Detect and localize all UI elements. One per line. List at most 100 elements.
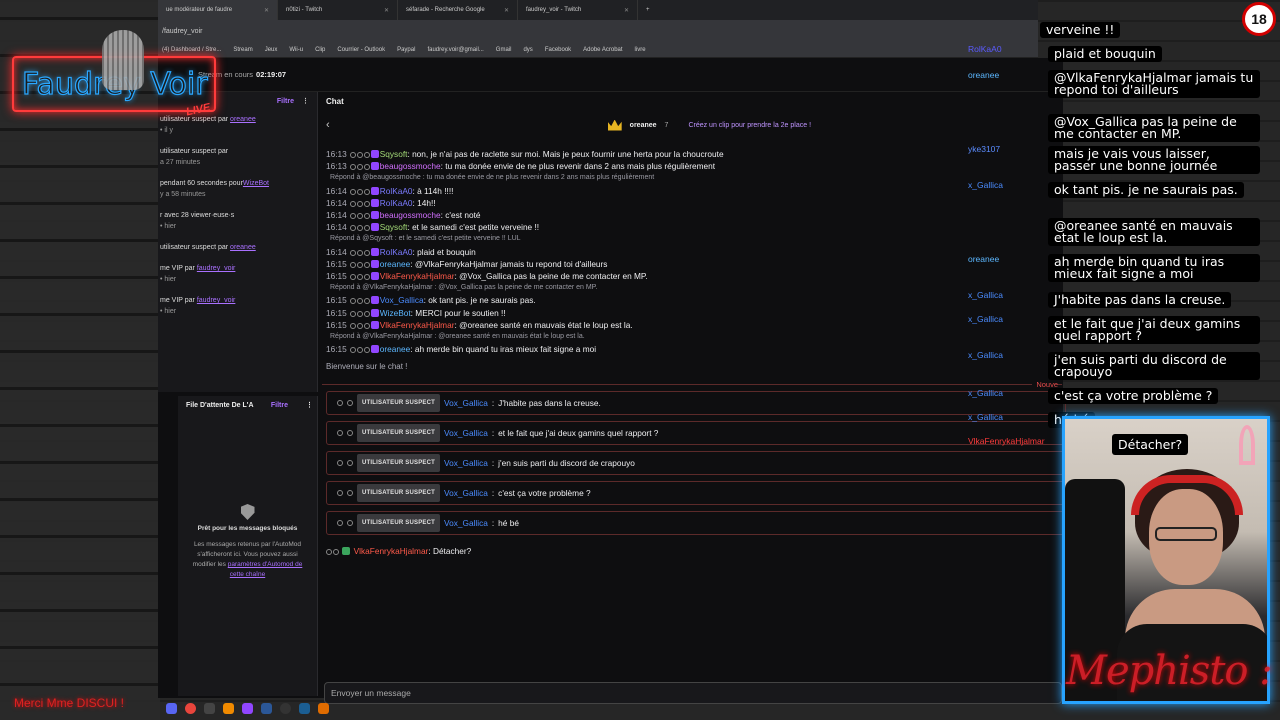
chat-username[interactable]: VlkaFenrykaHjalmar xyxy=(380,320,455,330)
chat-username[interactable]: VlkaFenrykaHjalmar xyxy=(354,546,429,556)
mod-action-icon[interactable] xyxy=(356,347,363,354)
mod-action-icon[interactable] xyxy=(349,164,356,171)
chat-username[interactable]: beaugossmoche xyxy=(380,210,441,220)
chat-username[interactable]: oreanee xyxy=(380,259,410,269)
chat-username[interactable]: Vox_Gallica xyxy=(444,427,488,439)
chat-username[interactable]: RolKaA0 xyxy=(380,247,413,257)
mod-action-icon[interactable] xyxy=(356,310,363,317)
mod-action-icon[interactable] xyxy=(363,225,370,232)
bookmark-item[interactable]: faudrey.voir@gmail... xyxy=(427,47,483,53)
mod-action-icon[interactable] xyxy=(363,322,370,329)
mod-action-icon[interactable] xyxy=(337,489,343,496)
app-icon[interactable] xyxy=(318,702,329,714)
mod-action-icon[interactable] xyxy=(363,310,370,317)
mod-action-icon[interactable] xyxy=(349,213,356,220)
obs-icon[interactable] xyxy=(280,702,291,714)
activity-user-link[interactable]: faudrey_voir xyxy=(197,265,236,272)
bookmark-item[interactable]: Paypal xyxy=(397,47,415,53)
chat-username[interactable]: RolKaA0 xyxy=(380,198,413,208)
mod-action-icon[interactable] xyxy=(347,519,353,526)
mod-action-icon[interactable] xyxy=(349,249,356,256)
chat-username[interactable]: oreanee xyxy=(380,344,410,354)
bookmark-item[interactable]: Clip xyxy=(315,47,325,53)
mod-action-icon[interactable] xyxy=(349,298,356,305)
bookmark-item[interactable]: (4) Dashboard / Stre... xyxy=(162,47,221,53)
new-tab-button[interactable]: + xyxy=(638,0,658,20)
chrome-icon[interactable] xyxy=(185,702,196,714)
mod-action-icon[interactable] xyxy=(349,310,356,317)
automod-settings-link[interactable]: paramètres d'Automod de cette chaîne xyxy=(228,561,303,578)
mod-action-icon[interactable] xyxy=(347,459,353,466)
steam-icon[interactable] xyxy=(299,702,310,714)
close-icon[interactable]: ✕ xyxy=(264,7,269,14)
mod-action-icon[interactable] xyxy=(349,225,356,232)
more-icon[interactable]: ⋮ xyxy=(302,97,309,105)
mod-action-icon[interactable] xyxy=(356,152,363,158)
chat-username[interactable]: beaugossmoche xyxy=(380,161,441,171)
mod-action-icon[interactable] xyxy=(356,249,363,256)
chat-username[interactable]: VlkaFenrykaHjalmar xyxy=(380,271,455,281)
mod-action-icon[interactable] xyxy=(337,429,343,436)
activity-user-link[interactable]: oreanee xyxy=(230,116,256,123)
mod-action-icon[interactable] xyxy=(337,399,343,406)
mod-action-icon[interactable] xyxy=(349,188,356,195)
browser-tab[interactable]: ue modérateur de faudre ✕ xyxy=(158,0,278,20)
mod-action-icon[interactable] xyxy=(349,261,356,268)
mod-action-icon[interactable] xyxy=(337,519,343,526)
app-icon[interactable] xyxy=(261,702,272,714)
bookmark-item[interactable]: Gmail xyxy=(496,47,512,53)
filter-button[interactable]: Filtre xyxy=(271,402,288,409)
mod-action-icon[interactable] xyxy=(349,200,356,207)
mod-action-icon[interactable] xyxy=(363,298,370,305)
chat-username[interactable]: Vox_Gallica xyxy=(444,457,488,469)
chat-username[interactable]: Vox_Gallica xyxy=(444,487,488,499)
address-bar[interactable]: /faudrey_voir xyxy=(158,20,1038,42)
mod-action-icon[interactable] xyxy=(356,322,363,329)
browser-tab[interactable]: faudrey_voir - Twitch ✕ xyxy=(518,0,638,20)
mod-action-icon[interactable] xyxy=(363,347,370,354)
close-icon[interactable]: ✕ xyxy=(504,7,509,14)
mod-action-icon[interactable] xyxy=(356,213,363,220)
close-icon[interactable]: ✕ xyxy=(624,7,629,14)
mod-action-icon[interactable] xyxy=(363,152,370,158)
bookmark-item[interactable]: dys xyxy=(523,47,532,53)
bookmark-item[interactable]: Facebook xyxy=(545,47,571,53)
app-icon[interactable] xyxy=(204,702,215,714)
mod-action-icon[interactable] xyxy=(363,164,370,171)
mod-action-icon[interactable] xyxy=(363,213,370,220)
mod-action-icon[interactable] xyxy=(356,261,363,268)
filter-button[interactable]: Filtre xyxy=(277,98,294,105)
mod-action-icon[interactable] xyxy=(326,548,332,555)
chat-username[interactable]: WizeBot xyxy=(380,308,411,318)
clip-prompt[interactable]: Créez un clip pour prendre la 2e place ! xyxy=(688,122,811,129)
mod-action-icon[interactable] xyxy=(349,322,356,329)
mod-action-icon[interactable] xyxy=(333,548,339,555)
mod-action-icon[interactable] xyxy=(363,274,370,281)
mod-action-icon[interactable] xyxy=(356,274,363,281)
bookmark-item[interactable]: Courrier - Outlook xyxy=(337,47,385,53)
chat-input[interactable]: Envoyer un message xyxy=(324,682,1062,704)
app-icon[interactable] xyxy=(242,702,253,714)
chat-username[interactable]: Vox_Gallica xyxy=(444,397,488,409)
mod-action-icon[interactable] xyxy=(363,200,370,207)
mod-action-icon[interactable] xyxy=(363,188,370,195)
chat-username[interactable]: Sqysoft xyxy=(380,149,408,159)
activity-user-link[interactable]: WizeBot xyxy=(243,180,269,187)
mod-action-icon[interactable] xyxy=(349,274,356,281)
close-icon[interactable]: ✕ xyxy=(384,7,389,14)
pinned-user[interactable]: oreanee xyxy=(630,122,657,129)
mod-action-icon[interactable] xyxy=(349,347,356,354)
browser-tab[interactable]: séfarade - Recherche Google ✕ xyxy=(398,0,518,20)
browser-tab[interactable]: n0tizi - Twitch ✕ xyxy=(278,0,398,20)
mod-action-icon[interactable] xyxy=(356,188,363,195)
mod-action-icon[interactable] xyxy=(347,489,353,496)
mod-action-icon[interactable] xyxy=(356,200,363,207)
mod-action-icon[interactable] xyxy=(356,164,363,171)
bookmark-item[interactable]: livre xyxy=(635,47,646,53)
bookmark-item[interactable]: Jeux xyxy=(265,47,278,53)
app-icon[interactable] xyxy=(166,702,177,714)
mod-action-icon[interactable] xyxy=(337,459,343,466)
chat-username[interactable]: RolKaA0 xyxy=(380,186,413,196)
mod-action-icon[interactable] xyxy=(349,152,356,158)
chat-username[interactable]: Vox_Gallica xyxy=(444,517,488,529)
